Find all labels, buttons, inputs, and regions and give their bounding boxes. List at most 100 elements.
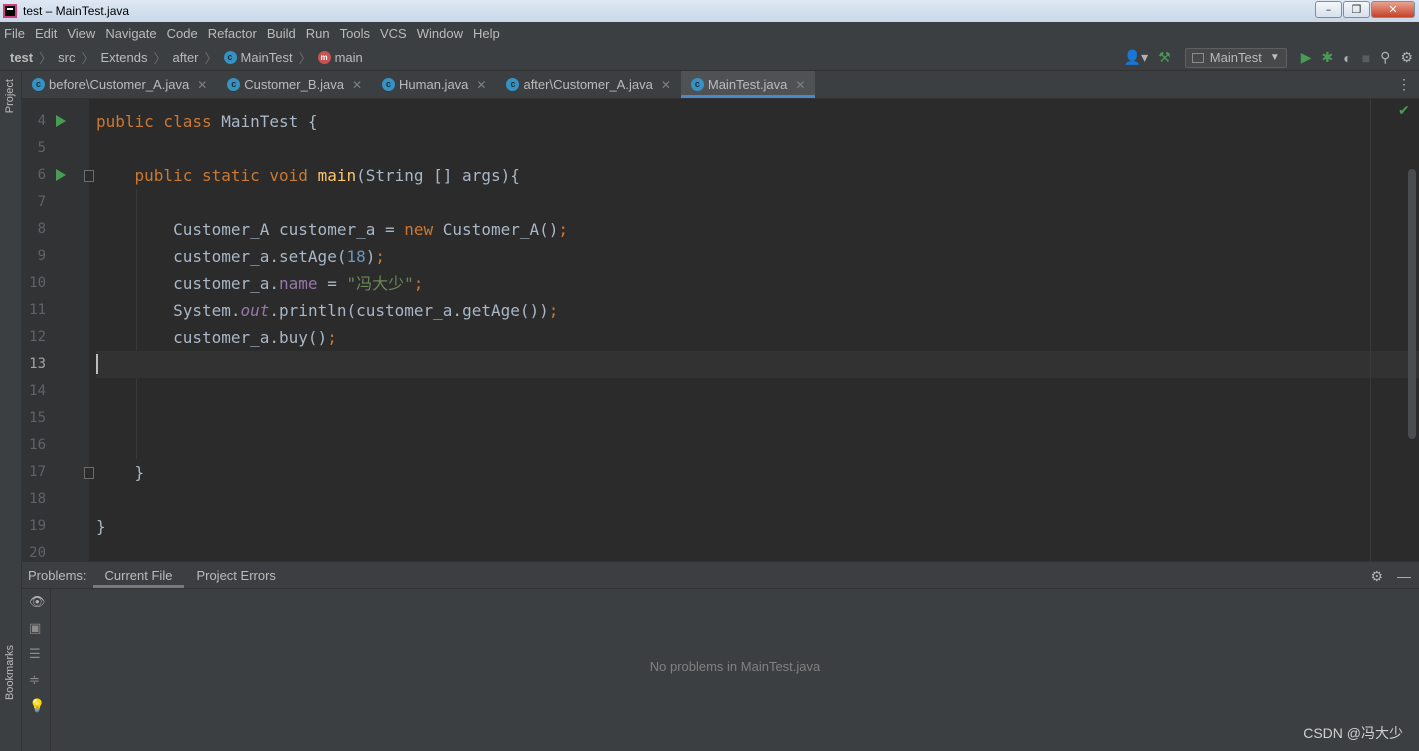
menu-edit[interactable]: Edit [35,26,57,41]
class-icon: c [690,78,704,91]
close-icon[interactable]: ✕ [661,78,671,92]
close-icon[interactable]: ✕ [795,78,805,92]
breadcrumb-project[interactable]: test [10,50,33,65]
tab-customer-b[interactable]: c Customer_B.java ✕ [217,71,372,98]
fold-marker-icon[interactable] [84,467,94,479]
code-line: public static void main(String [] args){ [134,166,520,185]
gear-icon[interactable]: ⚙ [1400,49,1413,66]
minimize-button[interactable]: – [1315,1,1342,18]
line-number: 7 [37,194,46,210]
vertical-scrollbar[interactable] [1408,169,1416,439]
run-icon[interactable]: ▶ [1301,49,1312,66]
search-icon[interactable]: ⚲ [1380,49,1390,66]
menu-code[interactable]: Code [167,26,198,41]
left-tool-strip: Project Bookmarks [0,71,22,751]
preview-icon[interactable]: ▣ [29,621,41,636]
tab-current-file[interactable]: Current File [92,562,185,588]
line-number: 4 [37,113,46,129]
close-icon[interactable]: ✕ [352,78,362,92]
coverage-icon[interactable]: ◐ [1343,50,1351,66]
menu-tools[interactable]: Tools [340,26,370,41]
menu-vcs[interactable]: VCS [380,26,407,41]
fold-marker-icon[interactable] [84,170,94,182]
current-code-line [96,351,1419,378]
problems-panel-header: Problems: Current File Project Errors ⚙ … [22,561,1419,589]
menu-help[interactable]: Help [473,26,500,41]
tab-maintest[interactable]: c MainTest.java ✕ [680,71,816,98]
eye-icon[interactable]: 👁 [29,595,46,610]
maximize-button[interactable]: ❐ [1343,1,1370,18]
text-caret [96,354,98,374]
breadcrumb-separator: 〉 [153,50,167,66]
breadcrumb-class-label: MainTest [240,49,293,65]
tab-before-customer-a[interactable]: c before\Customer_A.java ✕ [22,71,217,98]
close-icon[interactable]: ✕ [476,78,486,92]
csdn-watermark: CSDN @冯大少 [1303,725,1403,741]
project-tool-tab[interactable]: Project [4,79,16,113]
run-configuration-dropdown[interactable]: MainTest ▼ [1184,47,1287,68]
breadcrumb-extends[interactable]: Extends [101,50,148,65]
menu-window[interactable]: Window [417,26,463,41]
expand-all-icon[interactable]: ☰ [29,647,41,662]
menu-navigate[interactable]: Navigate [105,26,156,41]
line-number: 12 [29,329,46,345]
breadcrumb-separator: 〉 [81,50,95,66]
build-hammer-icon[interactable]: ⚒ [1158,49,1171,66]
line-number: 18 [29,491,46,507]
run-class-gutter-icon[interactable] [56,115,66,127]
line-number: 17 [29,464,46,480]
hide-panel-icon[interactable]: — [1397,568,1411,584]
line-number: 10 [29,275,46,291]
right-margin-guide [1370,99,1371,561]
class-icon: c [223,50,237,64]
menu-refactor[interactable]: Refactor [208,26,257,41]
tab-label: before\Customer_A.java [49,77,190,92]
code-line: customer_a.name = "冯大少"; [96,274,424,293]
menu-file[interactable]: File [4,26,25,41]
gear-icon[interactable]: ⚙ [1370,568,1383,585]
close-window-button[interactable]: ✕ [1371,1,1415,18]
code-editor[interactable]: 4 5 6 7 8 9 10 11 12 13 14 15 16 17 18 1… [22,99,1419,561]
code-line: System.out.println(customer_a.getAge()); [96,301,559,320]
config-icon [1191,52,1204,63]
breadcrumb-separator: 〉 [298,50,312,66]
class-icon: c [506,78,520,91]
close-icon[interactable]: ✕ [197,78,207,92]
user-account-icon[interactable]: 👤▾ [1124,49,1148,66]
menu-view[interactable]: View [67,26,95,41]
code-line: } [96,463,145,482]
line-number: 20 [29,545,46,561]
collapse-all-icon[interactable]: ≑ [29,673,40,688]
method-icon: m [317,50,331,64]
line-number: 6 [37,167,46,183]
breadcrumb-method[interactable]: m main [317,49,363,65]
run-config-label: MainTest [1209,50,1262,65]
code-area[interactable]: public class MainTest { public static vo… [96,99,1419,561]
window-controls: – ❐ ✕ [1315,1,1415,18]
tab-human[interactable]: c Human.java ✕ [372,71,496,98]
breadcrumb-method-label: main [334,49,363,65]
menu-build[interactable]: Build [267,26,296,41]
problems-toolbar: 👁 ▣ ☰ ≑ 💡 [22,589,51,751]
bookmarks-tool-tab[interactable]: Bookmarks [4,645,16,700]
tab-after-customer-a[interactable]: c after\Customer_A.java ✕ [496,71,680,98]
line-number: 16 [29,437,46,453]
breadcrumb-after[interactable]: after [173,50,199,65]
tab-project-errors[interactable]: Project Errors [184,562,287,588]
problems-panel-body: No problems in MainTest.java CSDN @冯大少 [51,589,1419,751]
class-icon: c [382,78,396,91]
menu-run[interactable]: Run [306,26,330,41]
empty-state-message: No problems in MainTest.java [649,659,821,674]
lightbulb-icon[interactable]: 💡 [29,699,45,714]
code-line: Customer_A customer_a = new Customer_A()… [96,220,569,239]
window-title: test – MainTest.java [23,4,130,18]
more-options-icon[interactable]: ⋮ [1397,76,1411,93]
breadcrumb-src[interactable]: src [58,50,75,65]
no-problems-check-icon[interactable]: ✔ [1398,103,1410,119]
stop-icon[interactable]: ■ [1362,50,1370,66]
line-number: 19 [29,518,46,534]
breadcrumb-class[interactable]: c MainTest [223,49,293,65]
debug-bug-icon[interactable]: ✱ [1322,49,1334,66]
problems-panel-actions: ⚙ — [1370,562,1411,590]
run-main-gutter-icon[interactable] [56,169,66,181]
